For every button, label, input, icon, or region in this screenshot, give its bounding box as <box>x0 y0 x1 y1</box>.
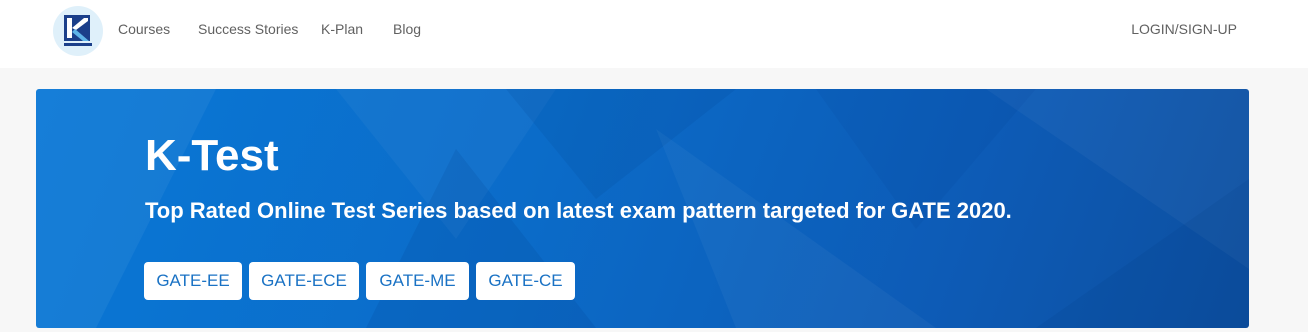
page-subtitle: Top Rated Online Test Series based on la… <box>145 198 1012 223</box>
site-logo[interactable] <box>53 6 103 56</box>
login-signup-link[interactable]: LOGIN/SIGN-UP <box>1131 20 1237 38</box>
nav-courses-link[interactable]: Courses <box>118 20 170 38</box>
page-title: K-Test <box>145 131 279 180</box>
gate-ce-button[interactable]: GATE-CE <box>476 262 575 300</box>
nav-success-stories-link[interactable]: Success Stories <box>198 20 298 38</box>
nav-blog-link[interactable]: Blog <box>393 20 421 38</box>
k-logo-icon <box>64 15 92 46</box>
top-navbar: Courses Success Stories K-Plan Blog LOGI… <box>0 0 1308 68</box>
gate-ee-button[interactable]: GATE-EE <box>144 262 242 300</box>
gate-me-button[interactable]: GATE-ME <box>366 262 469 300</box>
hero-banner: K-Test Top Rated Online Test Series base… <box>36 89 1249 328</box>
gate-ece-button[interactable]: GATE-ECE <box>249 262 359 300</box>
nav-k-plan-link[interactable]: K-Plan <box>321 20 363 38</box>
